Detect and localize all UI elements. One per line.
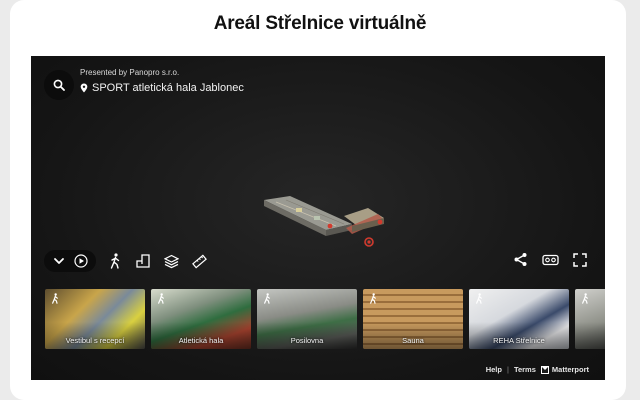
scene-thumbnail[interactable]: JU bbox=[575, 289, 605, 349]
guided-tour-controls bbox=[44, 250, 96, 272]
chevron-down-icon[interactable] bbox=[53, 255, 65, 267]
layers-icon bbox=[163, 254, 179, 268]
floors-button[interactable] bbox=[162, 252, 180, 270]
help-link[interactable]: Help bbox=[486, 365, 502, 374]
walk-icon bbox=[264, 293, 270, 304]
thumbnail-label: Vestibul s recepcí bbox=[65, 336, 125, 345]
vr-headset-icon[interactable] bbox=[542, 254, 559, 266]
measure-button[interactable] bbox=[190, 252, 208, 270]
thumbnail-label: Posilovna bbox=[290, 336, 324, 345]
viewer-footer: Help | Terms Matterport bbox=[486, 365, 589, 374]
terms-link[interactable]: Terms bbox=[514, 365, 536, 374]
tour-viewer[interactable]: Presented by Panopro s.r.o. SPORT atleti… bbox=[31, 56, 605, 380]
thumbnail-label: Sauna bbox=[402, 336, 424, 345]
floorplan-button[interactable] bbox=[134, 252, 152, 270]
walk-icon bbox=[370, 293, 376, 304]
page-title: Areál Střelnice virtuálně bbox=[213, 13, 427, 34]
thumbnail-label: REHA Střelnice bbox=[493, 336, 545, 345]
presented-by-text: Presented by Panopro s.r.o. bbox=[80, 68, 180, 77]
share-icon[interactable] bbox=[513, 252, 528, 267]
scene-thumbnail[interactable]: Vestibul s recepcí bbox=[45, 289, 145, 349]
search-icon bbox=[53, 79, 65, 91]
location-label: SPORT atletická hala Jablonec bbox=[92, 82, 244, 94]
walk-icon bbox=[110, 253, 120, 269]
scene-thumbnail[interactable]: Atletická hala bbox=[151, 289, 251, 349]
view-toolbar bbox=[44, 250, 208, 272]
thumbnail-label: JU bbox=[575, 336, 605, 345]
location-title: SPORT atletická hala Jablonec bbox=[80, 82, 244, 94]
scene-thumbnail[interactable]: REHA Střelnice bbox=[469, 289, 569, 349]
walk-icon bbox=[158, 293, 164, 304]
play-icon[interactable] bbox=[73, 254, 88, 268]
matterport-logo-icon bbox=[540, 365, 549, 374]
thumbnail-label: Atletická hala bbox=[178, 336, 224, 345]
matterport-label: Matterport bbox=[551, 365, 589, 374]
map-pin-icon bbox=[80, 83, 88, 93]
walk-icon bbox=[582, 293, 588, 304]
matterport-logo[interactable]: Matterport bbox=[540, 365, 589, 374]
walk-icon bbox=[52, 293, 58, 304]
share-toolbar bbox=[513, 252, 587, 267]
floorplan-icon bbox=[136, 254, 150, 268]
scene-thumbnail[interactable]: Sauna bbox=[363, 289, 463, 349]
walk-mode-button[interactable] bbox=[106, 252, 124, 270]
scene-thumbnail[interactable]: Posilovna bbox=[257, 289, 357, 349]
dollhouse-model[interactable] bbox=[256, 186, 416, 256]
footer-separator: | bbox=[506, 365, 509, 374]
fullscreen-icon[interactable] bbox=[573, 252, 587, 267]
ruler-icon bbox=[191, 254, 207, 268]
search-button[interactable] bbox=[44, 70, 74, 100]
scene-thumbnail-strip: Vestibul s recepcí Atletická hala Posilo… bbox=[45, 289, 605, 349]
walk-icon bbox=[476, 293, 482, 304]
